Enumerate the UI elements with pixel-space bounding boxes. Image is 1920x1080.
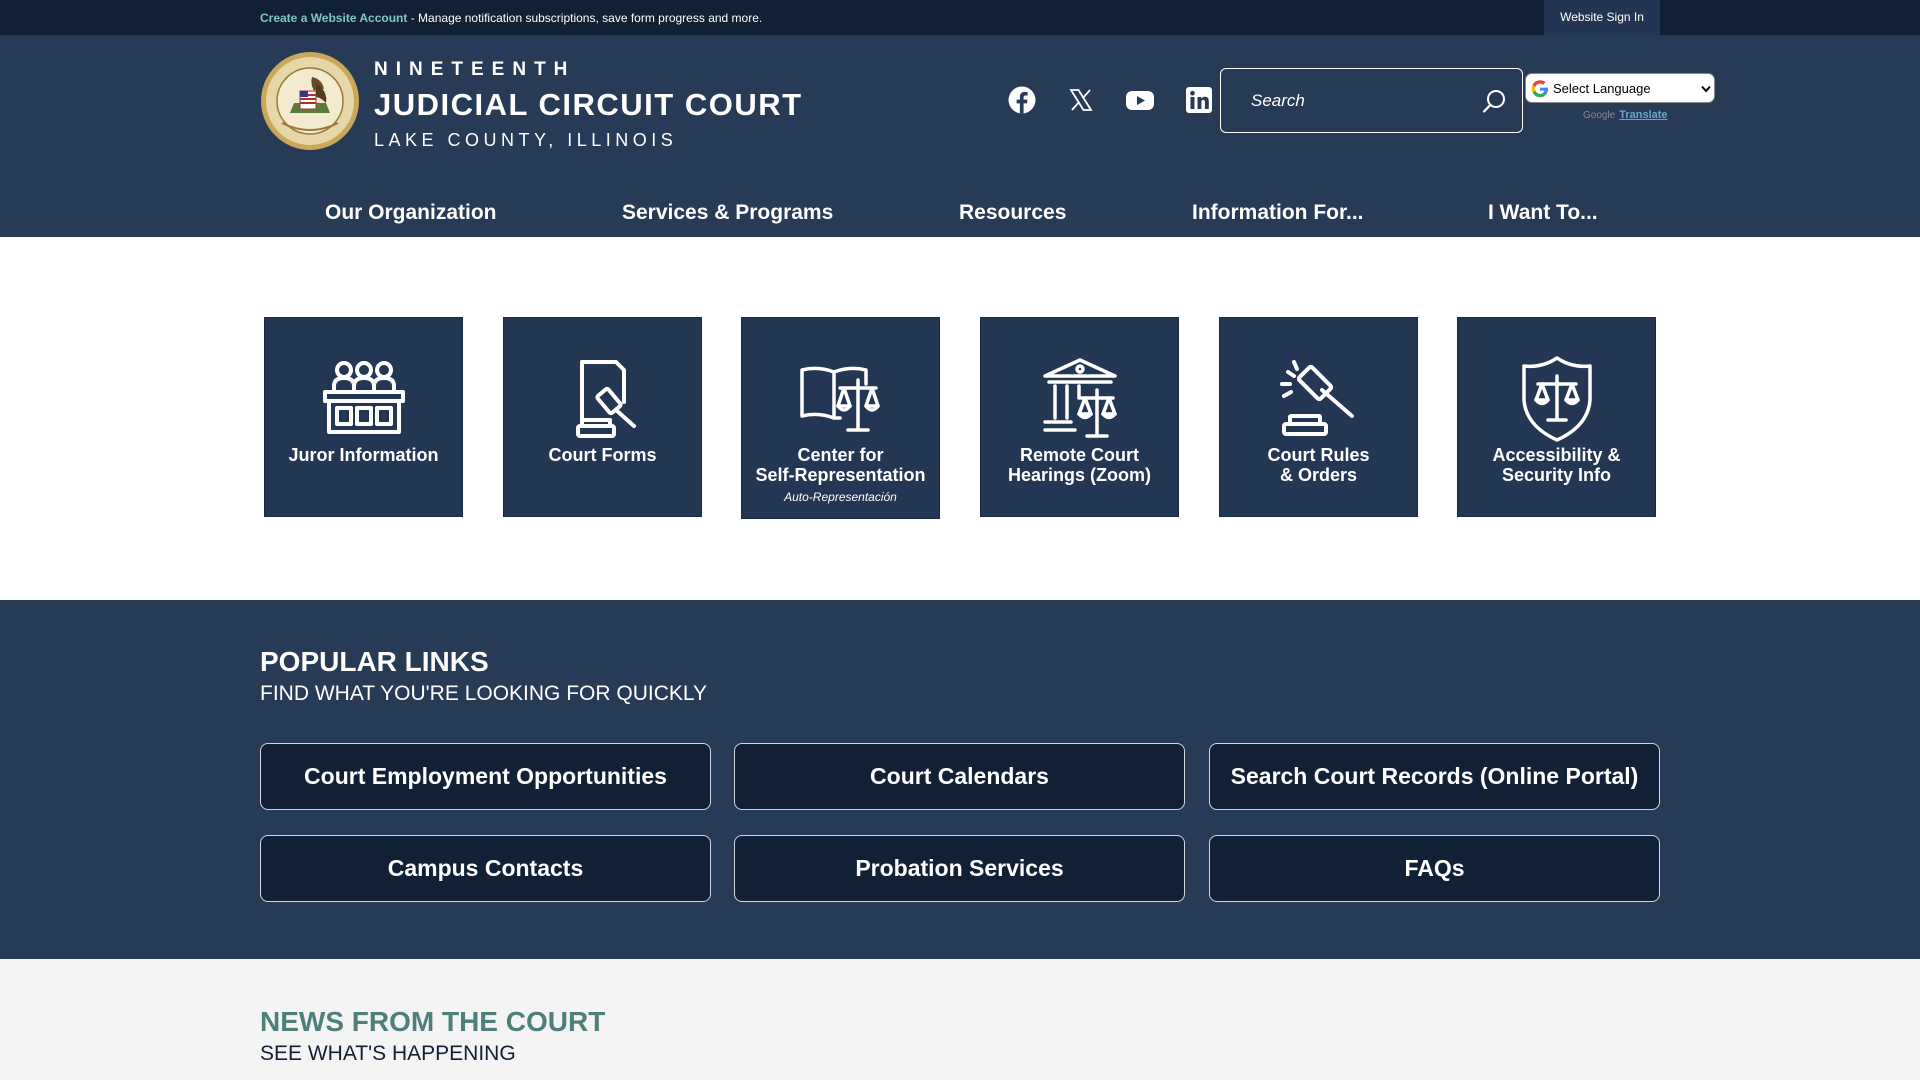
linkedin-icon <box>1186 87 1212 113</box>
x-twitter-link[interactable] <box>1066 85 1096 115</box>
site-logo[interactable]: NINETEENTH JUDICIAL CIRCUIT COURT LAKE C… <box>260 51 820 155</box>
nav-our-organization[interactable]: Our Organization <box>325 190 497 236</box>
facebook-icon <box>1008 86 1036 114</box>
site-search <box>1220 68 1523 133</box>
tile-label-line-1: Center for <box>797 445 884 465</box>
language-select-value: Select Language <box>1553 81 1651 96</box>
jury-box-icon <box>319 354 409 444</box>
linkedin-link[interactable] <box>1184 85 1214 115</box>
main-navigation: Our Organization Services & Programs Res… <box>0 190 1920 236</box>
nav-information-for[interactable]: Information For... <box>1192 190 1364 236</box>
tile-court-rules-orders[interactable]: Court Rules & Orders <box>1219 317 1418 517</box>
chevron-down-icon <box>1701 85 1711 93</box>
tile-label-line-2: Self-Representation <box>755 465 926 485</box>
popular-links-subtitle: FIND WHAT YOU'RE LOOKING FOR QUICKLY <box>260 682 708 705</box>
link-probation-services[interactable]: Probation Services <box>734 835 1185 902</box>
logo-line-1: NINETEENTH <box>374 59 576 80</box>
site-header: NINETEENTH JUDICIAL CIRCUIT COURT LAKE C… <box>0 35 1920 237</box>
shield-scales-icon <box>1512 354 1602 444</box>
tile-label-line-1: Court Rules <box>1267 445 1370 465</box>
facebook-link[interactable] <box>1007 85 1037 115</box>
language-select[interactable]: Select Language <box>1525 73 1715 103</box>
tile-juror-information[interactable]: Juror Information <box>264 317 463 517</box>
tile-label-line-1: Court Forms <box>548 445 657 465</box>
logo-line-3: LAKE COUNTY, ILLINOIS <box>374 130 678 150</box>
search-input[interactable] <box>1221 69 1471 132</box>
popular-links-title: POPULAR LINKS <box>260 646 489 677</box>
tile-label-line-1: Juror Information <box>288 445 439 465</box>
website-sign-in-button[interactable]: Website Sign In <box>1544 0 1660 35</box>
logo-line-2: JUDICIAL CIRCUIT COURT <box>374 87 803 122</box>
google-translate-credit: Google Translate <box>1583 109 1668 121</box>
tile-remote-court-hearings[interactable]: Remote Court Hearings (Zoom) <box>980 317 1179 517</box>
nav-resources[interactable]: Resources <box>959 190 1066 236</box>
tile-accessibility-security-info[interactable]: Accessibility & Security Info <box>1457 317 1656 517</box>
link-search-court-records[interactable]: Search Court Records (Online Portal) <box>1209 743 1660 810</box>
tile-label-line-1: Accessibility & <box>1492 445 1621 465</box>
link-faqs[interactable]: FAQs <box>1209 835 1660 902</box>
tile-label-line-2: Security Info <box>1501 465 1612 485</box>
account-message-text: - Manage notification subscriptions, sav… <box>410 11 763 25</box>
news-section: NEWS FROM THE COURT SEE WHAT'S HAPPENING <box>0 959 1920 1080</box>
tile-label: Center for Self-Representation <box>742 445 939 485</box>
gavel-icon <box>1274 354 1364 444</box>
search-icon[interactable] <box>1479 87 1509 117</box>
news-title: NEWS FROM THE COURT <box>260 1006 606 1037</box>
link-court-calendars[interactable]: Court Calendars <box>734 743 1185 810</box>
tile-label: Accessibility & Security Info <box>1458 445 1655 485</box>
tile-label: Court Forms <box>504 445 701 465</box>
translate-link[interactable]: Translate <box>1619 109 1667 121</box>
tile-center-for-self-representation[interactable]: Center for Self-Representation Auto-Repr… <box>741 317 940 519</box>
link-court-employment-opportunities[interactable]: Court Employment Opportunities <box>260 743 711 810</box>
tile-label-line-1: Remote Court <box>1019 445 1139 465</box>
document-gavel-icon <box>558 354 648 444</box>
tile-court-forms[interactable]: Court Forms <box>503 317 702 517</box>
create-account-link[interactable]: Create a Website Account <box>260 11 407 25</box>
youtube-link[interactable] <box>1125 85 1155 115</box>
link-campus-contacts[interactable]: Campus Contacts <box>260 835 711 902</box>
tile-label: Court Rules & Orders <box>1220 445 1417 485</box>
state-seal-icon <box>261 52 359 150</box>
tile-label: Juror Information <box>265 445 462 465</box>
youtube-icon <box>1126 91 1154 110</box>
nav-i-want-to[interactable]: I Want To... <box>1488 190 1598 236</box>
tile-label-line-2: Hearings (Zoom) <box>1007 465 1151 485</box>
x-twitter-icon <box>1069 89 1093 111</box>
logo-wordmark: NINETEENTH JUDICIAL CIRCUIT COURT LAKE C… <box>374 59 803 151</box>
tile-sublabel: Auto-Representación <box>784 490 897 504</box>
powered-by-google: Google <box>1583 110 1616 121</box>
tile-label: Remote Court Hearings (Zoom) <box>981 445 1178 485</box>
google-g-icon <box>1531 80 1548 98</box>
nav-services-programs[interactable]: Services & Programs <box>622 190 833 236</box>
tile-label-line-2: & Orders <box>1279 465 1358 485</box>
news-subtitle: SEE WHAT'S HAPPENING <box>260 1042 516 1065</box>
account-message: Create a Website Account - Manage notifi… <box>260 11 762 25</box>
popular-links-section: POPULAR LINKS FIND WHAT YOU'RE LOOKING F… <box>0 600 1920 959</box>
courthouse-scales-icon <box>1035 354 1125 444</box>
top-utility-bar: Create a Website Account - Manage notifi… <box>0 0 1920 35</box>
book-scales-icon <box>796 354 886 444</box>
